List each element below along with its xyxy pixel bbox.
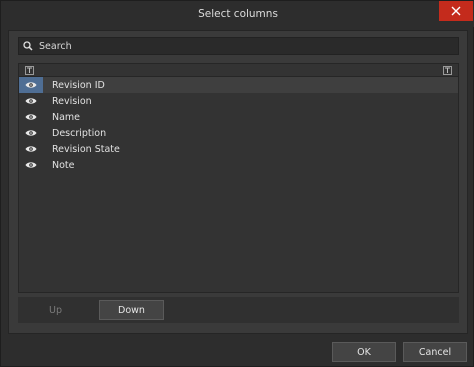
column-label: Revision ID [52, 79, 105, 91]
cancel-button[interactable]: Cancel [403, 342, 467, 362]
column-label: Revision State [52, 143, 120, 155]
filter-icon[interactable] [443, 66, 452, 75]
filter-icon[interactable] [25, 66, 34, 75]
list-item[interactable]: Description [19, 125, 458, 141]
column-label: Note [52, 159, 75, 171]
dialog-title: Select columns [198, 8, 278, 20]
move-up-button[interactable]: Up [19, 300, 92, 320]
column-label: Revision [52, 95, 92, 107]
list-item[interactable]: Revision [19, 93, 458, 109]
select-columns-dialog: Select columns Search Revision ID Revisi… [0, 0, 474, 367]
eye-icon[interactable] [19, 157, 43, 173]
columns-panel: Revision ID Revision Name Description Re… [8, 30, 468, 334]
move-down-button[interactable]: Down [99, 300, 164, 320]
eye-icon[interactable] [19, 125, 43, 141]
eye-icon[interactable] [19, 109, 43, 125]
search-input[interactable] [37, 38, 437, 54]
close-button[interactable] [439, 1, 473, 21]
list-item[interactable]: Name [19, 109, 458, 125]
column-label: Name [52, 111, 81, 123]
eye-icon[interactable] [19, 93, 43, 109]
search-icon [19, 38, 37, 54]
list-item[interactable]: Revision State [19, 141, 458, 157]
columns-list: Revision ID Revision Name Description Re… [18, 63, 459, 293]
list-item[interactable]: Note [19, 157, 458, 173]
list-header [19, 64, 458, 77]
rows-container: Revision ID Revision Name Description Re… [19, 77, 458, 173]
column-label: Description [52, 127, 107, 139]
search-box[interactable] [18, 37, 459, 55]
eye-icon[interactable] [19, 141, 43, 157]
title-bar: Select columns [1, 1, 474, 27]
ok-button[interactable]: OK [332, 342, 396, 362]
reorder-bar: Up Down [18, 297, 459, 323]
close-icon [451, 6, 461, 16]
list-item[interactable]: Revision ID [19, 77, 458, 93]
eye-icon[interactable] [19, 77, 43, 93]
